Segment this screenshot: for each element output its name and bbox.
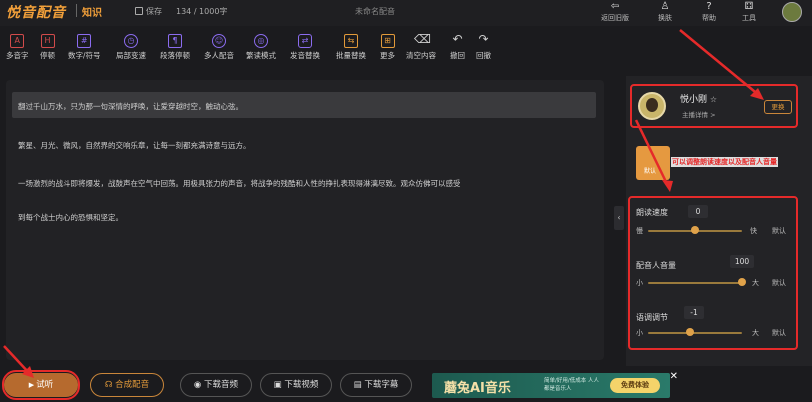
- polyphone-icon: A: [10, 34, 25, 48]
- tools-button[interactable]: ⚃ 工具: [724, 1, 774, 23]
- document-title[interactable]: 未命名配音: [355, 6, 395, 17]
- tool-local-speed[interactable]: ◷ 局部变速: [116, 34, 146, 61]
- back-to-old-version-button[interactable]: ⇦ 返回旧版: [590, 1, 640, 23]
- save-icon: [135, 7, 143, 15]
- text-editor[interactable]: 翻过千山万水，只为那一句深情的呼唤，让爱穿越时空，触动心弦。 繁星、月光、微风，…: [6, 80, 604, 360]
- bottom-bar: ▶ 试听 ☊ 合成配音 ◉ 下载音频 ▣ 下载视频 ▤ 下载字幕 蘑兔AI音乐 …: [0, 368, 812, 402]
- download-subtitle-label: 下载字幕: [364, 380, 399, 390]
- undo-icon: ↶: [452, 32, 463, 46]
- annotation-box-voice: [630, 84, 798, 128]
- download-audio-label: 下载音频: [204, 380, 239, 390]
- download-subtitle-button[interactable]: ▤ 下载字幕: [340, 373, 412, 397]
- logo-divider: [76, 4, 77, 17]
- tool-label: 停顿: [40, 51, 55, 60]
- tool-batch-replace[interactable]: ⇆ 批量替换: [336, 34, 366, 61]
- tool-number-symbol[interactable]: # 数字/符号: [68, 34, 101, 61]
- tool-label: 段落停顿: [160, 51, 190, 60]
- download-audio-button[interactable]: ◉ 下载音频: [180, 373, 252, 397]
- tool-reading-mode[interactable]: ◎ 繁读模式: [246, 34, 276, 61]
- headphone-icon: ☊: [104, 380, 116, 390]
- ad-banner[interactable]: 蘑兔AI音乐 简单/好用/低成本 人人都是音乐人 免费体验 ✕: [432, 371, 678, 398]
- tool-label: 局部变速: [116, 51, 146, 60]
- tool-undo[interactable]: ↶ 撤回: [450, 32, 465, 61]
- user-avatar[interactable]: [782, 2, 802, 22]
- editor-paragraph[interactable]: 繁星、月光、微风，自然界的交响乐章，让每一刻都充满诗意与远方。: [18, 140, 251, 151]
- batch-replace-icon: ⇆: [344, 34, 358, 48]
- annotation-text: 可以调整朗读速度以及配音人音量: [671, 157, 778, 167]
- clear-icon: ⌫: [414, 32, 431, 46]
- tool-pronunciation-replace[interactable]: ⇄ 发音替换: [290, 34, 320, 61]
- tool-label: 多音字: [6, 51, 29, 60]
- redo-icon: ↷: [478, 32, 489, 46]
- synth-label: 合成配音: [115, 380, 150, 390]
- banner-title: 蘑兔AI音乐: [444, 381, 511, 396]
- tool-more[interactable]: ⊞ 更多: [380, 34, 395, 61]
- banner-close-icon[interactable]: ✕: [670, 371, 678, 382]
- shirt-icon: ♙: [660, 1, 670, 12]
- tools-label: 工具: [742, 14, 756, 22]
- skin-button[interactable]: ♙ 换肤: [640, 1, 690, 23]
- editor-paragraph[interactable]: 到每个战士内心的恐惧和坚定。: [18, 212, 123, 223]
- top-bar: 悦音配音 知识 保存 134 / 1000字 未命名配音 ⇦ 返回旧版 ♙ 换肤 ?…: [0, 0, 812, 26]
- synthesize-button[interactable]: ☊ 合成配音: [90, 373, 164, 397]
- tool-label: 撤回: [450, 51, 465, 60]
- voice-thumbnail[interactable]: 默认: [636, 146, 670, 180]
- tool-label: 批量替换: [336, 51, 366, 60]
- annotation-box-controls: [628, 196, 798, 350]
- tools-icon: ⚃: [744, 1, 754, 12]
- editor-paragraph[interactable]: 一场激烈的战斗即将爆发，战鼓声在空气中回荡。用极具张力的声音，将战争的残酷和人性…: [18, 178, 461, 189]
- download-video-label: 下载视频: [284, 380, 319, 390]
- tool-label: 多人配音: [204, 51, 234, 60]
- app-logo[interactable]: 悦音配音: [6, 2, 66, 22]
- video-icon: ▣: [273, 380, 285, 390]
- thumbnail-label: 默认: [644, 168, 657, 175]
- replace-icon: ⇄: [298, 34, 312, 48]
- word-count: 134 / 1000字: [176, 7, 228, 16]
- logo-subtitle: 知识: [82, 8, 102, 19]
- back-label: 返回旧版: [601, 14, 629, 22]
- tool-redo[interactable]: ↷ 回撤: [476, 32, 491, 61]
- tool-label: 清空内容: [406, 51, 436, 60]
- subtitle-icon: ▤: [353, 380, 365, 390]
- annotation-box-trial: [2, 370, 80, 400]
- audio-icon: ◉: [193, 380, 205, 390]
- back-icon: ⇦: [610, 1, 620, 12]
- tool-multi-voice[interactable]: ☺ 多人配音: [204, 34, 234, 61]
- app-window: 悦音配音 知识 保存 134 / 1000字 未命名配音 ⇦ 返回旧版 ♙ 换肤 ?…: [0, 0, 812, 402]
- skin-label: 换肤: [658, 14, 672, 22]
- tool-pause[interactable]: H 停顿: [40, 34, 55, 61]
- tool-label: 更多: [380, 51, 395, 60]
- tool-clear-content[interactable]: ⌫ 清空内容: [406, 32, 436, 61]
- pause-icon: H: [40, 34, 55, 48]
- tool-label: 繁读模式: [246, 51, 276, 60]
- speed-icon: ◷: [124, 34, 138, 48]
- number-icon: #: [77, 34, 92, 48]
- help-label: 帮助: [702, 14, 716, 22]
- tool-label: 回撤: [476, 51, 491, 60]
- multi-voice-icon: ☺: [212, 34, 226, 48]
- save-label: 保存: [146, 7, 162, 16]
- download-video-button[interactable]: ▣ 下载视频: [260, 373, 332, 397]
- editor-toolbar: A 多音字 H 停顿 # 数字/符号 ◷ 局部变速 ¶ 段落停顿 ☺ 多人配音 ◎ 繁读模式 …: [0, 32, 520, 70]
- banner-subtitle: 简单/好用/低成本 人人都是音乐人: [544, 378, 599, 392]
- editor-paragraph[interactable]: 翻过千山万水，只为那一句深情的呼唤，让爱穿越时空，触动心弦。: [12, 92, 596, 118]
- banner-trial-button[interactable]: 免费体验: [610, 378, 660, 393]
- save-button[interactable]: 保存: [135, 6, 162, 17]
- mode-icon: ◎: [254, 34, 268, 48]
- paragraph-pause-icon: ¶: [168, 34, 182, 48]
- tool-polyphone[interactable]: A 多音字: [6, 34, 29, 61]
- more-icon: ⊞: [380, 34, 395, 48]
- tool-paragraph-pause[interactable]: ¶ 段落停顿: [160, 34, 190, 61]
- tool-label: 发音替换: [290, 51, 320, 60]
- tool-label: 数字/符号: [68, 51, 101, 60]
- collapse-panel-button[interactable]: ‹: [614, 206, 624, 230]
